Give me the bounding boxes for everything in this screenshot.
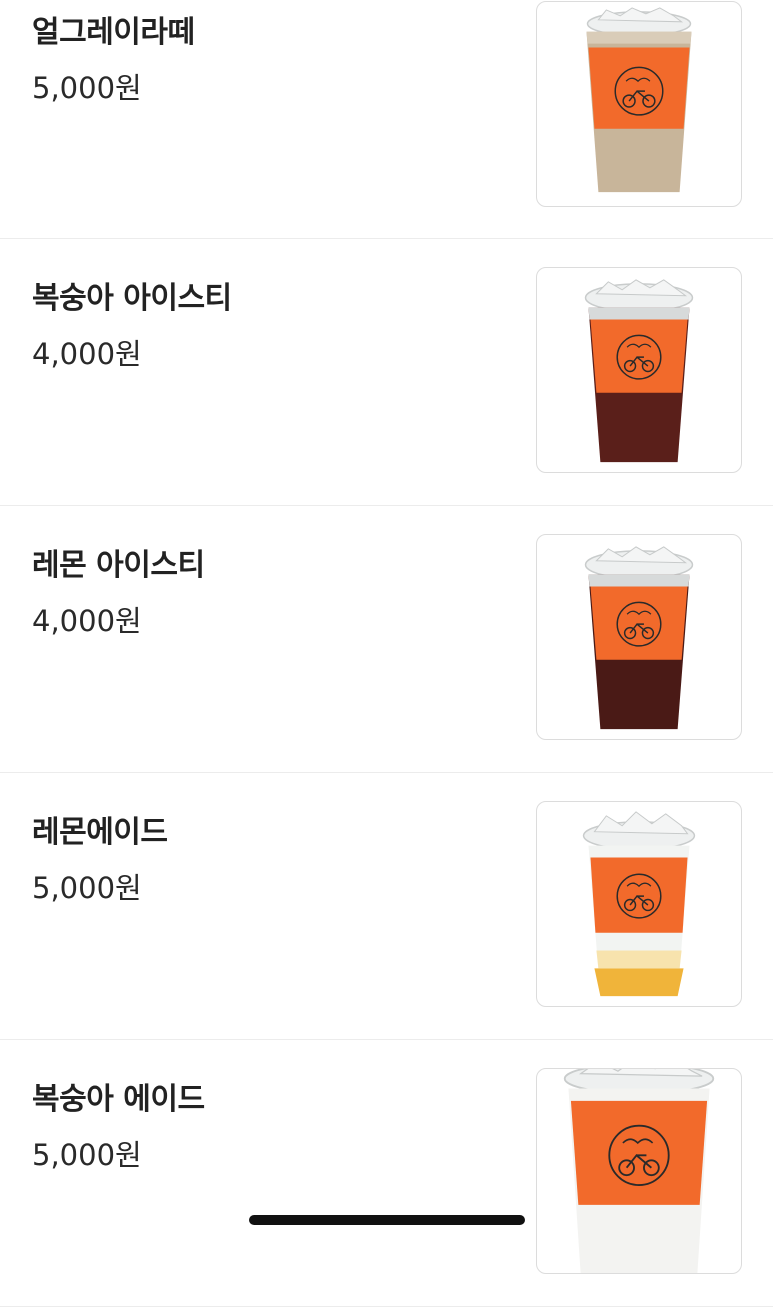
menu-item-price: 4,000원 (32, 337, 142, 371)
menu-item-name: 레몬 아이스티 (32, 548, 205, 583)
earl-grey-latte-image (586, 7, 692, 193)
menu-item-price: 5,000원 (32, 71, 142, 105)
iced-drink-cup-icon[interactable] (536, 534, 742, 740)
menu-item-name: 레몬에이드 (32, 815, 168, 850)
menu-item-earl-grey-latte[interactable]: 얼그레이라떼 5,000원 (0, 0, 773, 239)
menu-item-peach-iced-tea[interactable]: 복숭아 아이스티 4,000원 (0, 239, 773, 506)
menu-item-name: 얼그레이라떼 (32, 15, 195, 50)
iced-drink-cup-icon[interactable] (536, 1, 742, 207)
menu-list: 얼그레이라떼 5,000원 복숭아 아이스티 4,000원 레몬 아이스티 4,… (0, 0, 773, 1307)
menu-item-name: 복숭아 아이스티 (32, 281, 232, 316)
menu-item-price: 5,000원 (32, 871, 142, 905)
menu-item-price: 4,000원 (32, 604, 142, 638)
iced-drink-cup-icon[interactable] (536, 801, 742, 1007)
peach-iced-tea-image (584, 279, 694, 463)
menu-item-lemon-iced-tea[interactable]: 레몬 아이스티 4,000원 (0, 506, 773, 773)
iced-drink-cup-icon[interactable] (536, 1068, 742, 1274)
home-indicator[interactable] (249, 1215, 525, 1225)
lemonade-image (582, 811, 696, 997)
peach-ade-image (563, 1069, 715, 1273)
menu-item-price: 5,000원 (32, 1138, 142, 1172)
iced-drink-cup-icon[interactable] (536, 267, 742, 473)
lemon-iced-tea-image (584, 546, 694, 730)
menu-item-name: 복숭아 에이드 (32, 1082, 205, 1117)
menu-item-peach-ade[interactable]: 복숭아 에이드 5,000원 (0, 1040, 773, 1307)
menu-item-lemonade[interactable]: 레몬에이드 5,000원 (0, 773, 773, 1040)
